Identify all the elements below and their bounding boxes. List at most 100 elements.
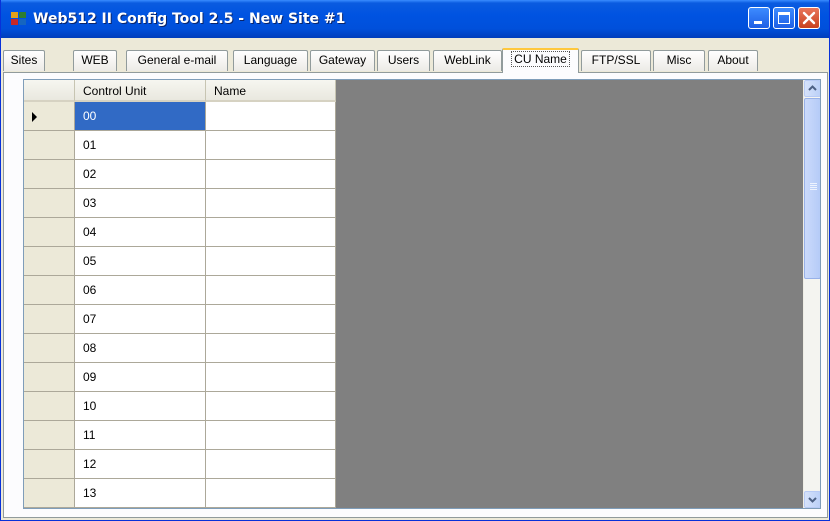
row-header-corner[interactable] <box>24 80 75 102</box>
current-row-arrow-icon <box>32 112 37 122</box>
tab-label: Users <box>387 53 420 67</box>
cell-control-unit[interactable]: 05 <box>75 247 206 276</box>
tab-label: Misc <box>666 53 692 67</box>
scroll-down-icon <box>808 497 817 503</box>
row-header[interactable] <box>24 479 75 508</box>
app-icon <box>11 12 27 26</box>
column-header-name[interactable]: Name <box>206 80 336 102</box>
minimize-button[interactable] <box>748 7 770 29</box>
table-row: 00 <box>24 102 336 131</box>
tab-cu-name[interactable]: CU Name <box>502 48 579 73</box>
cell-control-unit[interactable]: 01 <box>75 131 206 160</box>
cell-name[interactable] <box>206 276 336 305</box>
row-header[interactable] <box>24 392 75 421</box>
tab-label: Gateway <box>318 53 367 67</box>
tab-label: FTP/SSL <box>591 53 641 67</box>
row-header[interactable] <box>24 131 75 160</box>
cell-control-unit[interactable]: 13 <box>75 479 206 508</box>
thumb-grip-line <box>810 185 817 186</box>
cell-name[interactable] <box>206 479 336 508</box>
cell-control-unit[interactable]: 11 <box>75 421 206 450</box>
table-row: 08 <box>24 334 336 363</box>
column-header-control-unit[interactable]: Control Unit <box>75 80 206 102</box>
row-header[interactable] <box>24 160 75 189</box>
thumb-grip-line <box>810 189 817 190</box>
table-row: 06 <box>24 276 336 305</box>
tab-users[interactable]: Users <box>377 50 430 71</box>
table-row: 07 <box>24 305 336 334</box>
maximize-button[interactable] <box>773 7 795 29</box>
row-header[interactable] <box>24 334 75 363</box>
cell-control-unit[interactable]: 09 <box>75 363 206 392</box>
tab-ftp-ssl[interactable]: FTP/SSL <box>581 50 651 71</box>
table-row: 09 <box>24 363 336 392</box>
cell-name[interactable] <box>206 421 336 450</box>
close-button[interactable] <box>798 7 820 29</box>
cu-name-grid[interactable]: Control Unit Name 00 01 02 03 04 05 06 0… <box>23 79 821 509</box>
tab-sites[interactable]: Sites <box>3 50 45 71</box>
tab-language[interactable]: Language <box>233 50 308 71</box>
scroll-thumb[interactable] <box>804 98 820 279</box>
thumb-grip-line <box>810 187 817 188</box>
cell-control-unit[interactable]: 02 <box>75 160 206 189</box>
cell-name[interactable] <box>206 218 336 247</box>
cell-name[interactable] <box>206 189 336 218</box>
cell-name[interactable] <box>206 334 336 363</box>
tab-misc[interactable]: Misc <box>653 50 705 71</box>
tab-gateway[interactable]: Gateway <box>310 50 375 71</box>
tab-label: Sites <box>10 53 38 67</box>
tab-weblink[interactable]: WebLink <box>433 50 502 71</box>
row-header[interactable] <box>24 218 75 247</box>
row-header[interactable] <box>24 508 75 509</box>
cell-control-unit[interactable]: 10 <box>75 392 206 421</box>
tab-web[interactable]: WEB <box>73 50 117 71</box>
cell-control-unit[interactable]: 14 <box>75 508 206 509</box>
cell-name[interactable] <box>206 508 336 509</box>
cell-name[interactable] <box>206 392 336 421</box>
cell-control-unit[interactable]: 12 <box>75 450 206 479</box>
title-bar[interactable]: Web512 II Config Tool 2.5 - New Site #1 <box>1 0 829 38</box>
cell-name[interactable] <box>206 363 336 392</box>
table-row: 01 <box>24 131 336 160</box>
table-row: 10 <box>24 392 336 421</box>
cell-control-unit[interactable]: 03 <box>75 189 206 218</box>
cell-name[interactable] <box>206 247 336 276</box>
table-row: 13 <box>24 479 336 508</box>
vertical-scrollbar[interactable] <box>803 80 820 508</box>
cell-name[interactable] <box>206 305 336 334</box>
grid-header-row: Control Unit Name <box>24 80 336 102</box>
thumb-grip-line <box>810 183 817 184</box>
table-row: 05 <box>24 247 336 276</box>
row-header[interactable] <box>24 450 75 479</box>
tab-label: About <box>717 53 749 67</box>
tab-strip: Sites WEB General e-mail Language Gatewa… <box>3 48 829 73</box>
close-icon <box>802 11 816 25</box>
cell-name[interactable] <box>206 450 336 479</box>
app-window: Web512 II Config Tool 2.5 - New Site #1 … <box>0 0 830 521</box>
table-row: 03 <box>24 189 336 218</box>
tab-label: CU Name <box>511 51 570 67</box>
row-header[interactable] <box>24 363 75 392</box>
row-header[interactable] <box>24 421 75 450</box>
window-title: Web512 II Config Tool 2.5 - New Site #1 <box>33 11 346 27</box>
cell-name[interactable] <box>206 160 336 189</box>
scroll-down-button[interactable] <box>804 491 820 508</box>
cell-control-unit[interactable]: 07 <box>75 305 206 334</box>
scroll-up-button[interactable] <box>804 80 820 97</box>
cell-name[interactable] <box>206 102 336 131</box>
cell-control-unit[interactable]: 00 <box>75 102 206 131</box>
cell-control-unit[interactable]: 08 <box>75 334 206 363</box>
minimize-icon <box>754 21 762 24</box>
row-header[interactable] <box>24 102 75 131</box>
cell-control-unit[interactable]: 06 <box>75 276 206 305</box>
tab-label: WebLink <box>444 53 491 67</box>
row-header[interactable] <box>24 305 75 334</box>
row-header[interactable] <box>24 247 75 276</box>
tab-general-email[interactable]: General e-mail <box>126 50 228 71</box>
tab-about[interactable]: About <box>708 50 758 71</box>
row-header[interactable] <box>24 189 75 218</box>
row-header[interactable] <box>24 276 75 305</box>
cell-name[interactable] <box>206 131 336 160</box>
cell-control-unit[interactable]: 04 <box>75 218 206 247</box>
table-row: 02 <box>24 160 336 189</box>
